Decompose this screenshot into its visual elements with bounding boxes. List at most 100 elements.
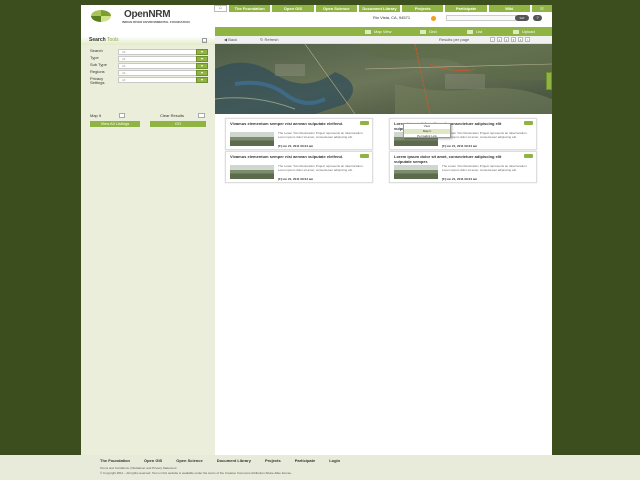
listing-date: [F] ion 21, 2011 09:24 am	[278, 177, 314, 181]
grid-icon	[420, 29, 426, 34]
listing-card[interactable]: Vivamus elementum semper nisi aenean vul…	[225, 118, 373, 150]
footer-link-foundation[interactable]: The Foundation	[100, 458, 130, 463]
map-it-checkbox[interactable]	[119, 113, 125, 118]
list-view-button[interactable]: List	[467, 27, 482, 36]
sidebar-header: Search Tools	[81, 36, 215, 45]
header-go-button[interactable]: GO	[515, 15, 529, 21]
page-3[interactable]: 3	[511, 37, 516, 42]
nav-tab-open-gis[interactable]: Open GIS	[272, 5, 314, 12]
footer-link-document-library[interactable]: Document Library	[217, 458, 251, 463]
site-logo[interactable]: OpenNRM INDIAN RIVER ENVIRONMENTAL FOUND…	[89, 8, 207, 27]
nav-tab-document-library[interactable]: Document Library	[358, 5, 401, 12]
listing-date: [F] ion 21, 2011 09:24 am	[442, 144, 478, 148]
listing-description: The Lower Yolo Restoration Project repre…	[442, 164, 528, 172]
location-pin-icon[interactable]	[431, 16, 436, 21]
search-tools-sidebar: Search Tools – Search All ▾ Type All ▾ S…	[81, 36, 215, 455]
nav-tab-foundation[interactable]: The Foundation	[229, 5, 271, 12]
footer-link-projects[interactable]: Projects	[265, 458, 281, 463]
filter-regions: Regions All ▾	[90, 70, 208, 76]
view-toolbar: Map View Grid List Upload	[215, 27, 552, 36]
help-button[interactable]: ?	[533, 15, 542, 21]
listing-description: The Lower Yolo Restoration Project repre…	[278, 164, 364, 172]
page-2[interactable]: 2	[504, 37, 509, 42]
filter-subtype-select[interactable]: All	[118, 63, 201, 69]
satellite-map[interactable]	[215, 44, 552, 114]
grid-view-button[interactable]: Grid	[420, 27, 437, 36]
clear-results-checkbox[interactable]	[198, 113, 205, 118]
listing-card[interactable]: Lorem ipsum dolor sit amet, consectetuer…	[389, 151, 537, 183]
listing-title[interactable]: Vivamus elementum semper nisi aenean vul…	[230, 154, 352, 159]
refresh-button[interactable]: ↻ Refresh	[260, 37, 278, 43]
nav-tab-wiki[interactable]: Wiki	[488, 5, 530, 12]
dropdown-item-permalink[interactable]: Permalink Link	[404, 134, 450, 139]
filter-privacy-select[interactable]: All	[118, 77, 201, 83]
listing-description: The Lower Yolo Restoration Project repre…	[442, 131, 528, 139]
page-container: OpenNRM INDIAN RIVER ENVIRONMENTAL FOUND…	[81, 5, 552, 455]
map-view-button[interactable]: Map View	[365, 27, 392, 36]
listing-card[interactable]: Vivamus elementum semper nisi aenean vul…	[225, 151, 373, 183]
listing-thumbnail[interactable]	[230, 132, 274, 146]
footer-link-login[interactable]: Login	[329, 458, 340, 463]
listing-title[interactable]: Vivamus elementum semper nisi aenean vul…	[230, 121, 352, 126]
filter-type-select[interactable]: All	[118, 56, 201, 62]
listing-menu-icon[interactable]	[360, 121, 369, 125]
listing-description: The Lower Yolo Restoration Project repre…	[278, 131, 364, 139]
filter-privacy-arrow-icon[interactable]: ▾	[196, 77, 208, 83]
footer-copyright: © Copyright 2011 – All rights reserved. …	[100, 471, 292, 475]
page-1[interactable]: 1	[497, 37, 502, 42]
sidebar-go-button[interactable]: GO	[150, 121, 206, 127]
home-icon[interactable]: ⌂	[214, 5, 227, 12]
filter-search-select[interactable]: All	[118, 49, 201, 55]
listing-dropdown-menu: View Map It Permalink Link	[403, 123, 451, 138]
logo-name: OpenNRM	[124, 9, 171, 20]
results-subbar: ◀ Back ↻ Refresh Results per page < 1 2 …	[215, 36, 552, 44]
back-button[interactable]: ◀ Back	[224, 37, 237, 43]
page-prev[interactable]: <	[490, 37, 495, 42]
listing-title[interactable]: Lorem ipsum dolor sit amet, consectetuer…	[394, 154, 516, 164]
listing-menu-icon[interactable]	[524, 121, 533, 125]
location-text: Rio Vista, CA, 94571	[373, 15, 411, 20]
map-imagery	[215, 44, 552, 114]
results-per-page-label: Results per page	[439, 37, 470, 42]
rss-icon[interactable]: ☷	[531, 5, 552, 12]
listing-date: [F] ion 21, 2011 09:24 am	[278, 144, 314, 148]
nav-tab-open-science[interactable]: Open Science	[315, 5, 357, 12]
collapse-icon[interactable]: –	[202, 38, 207, 43]
listing-thumbnail[interactable]	[394, 165, 438, 179]
header-search-input[interactable]	[446, 15, 516, 21]
logo-org: INDIAN RIVER ENVIRONMENTAL FOUNDATION	[122, 20, 190, 24]
clear-results-label: Clear Results	[160, 113, 185, 118]
listing-menu-icon[interactable]	[360, 154, 369, 158]
top-navigation: ⌂ The Foundation Open GIS Open Science D…	[214, 5, 552, 12]
footer-link-open-science[interactable]: Open Science	[176, 458, 202, 463]
footer-navigation: The Foundation Open GIS Open Science Doc…	[100, 458, 340, 463]
pagination: < 1 2 3 4 >	[490, 37, 530, 42]
map-icon	[365, 29, 371, 34]
page-next[interactable]: >	[525, 37, 530, 42]
footer-link-participate[interactable]: Participate	[295, 458, 315, 463]
nav-tab-participate[interactable]: Participate	[445, 5, 487, 12]
filter-search-arrow-icon[interactable]: ▾	[196, 49, 208, 55]
filter-subtype-arrow-icon[interactable]: ▾	[196, 63, 208, 69]
upload-icon	[513, 29, 519, 34]
listing-menu-icon[interactable]	[524, 154, 533, 158]
filter-regions-arrow-icon[interactable]: ▾	[196, 70, 208, 76]
filter-subtype: Sub Type All ▾	[90, 63, 208, 69]
listing-thumbnail[interactable]	[230, 165, 274, 179]
list-icon	[467, 29, 473, 34]
filter-search: Search All ▾	[90, 49, 208, 55]
listing-date: [F] ion 21, 2011 09:24 am	[442, 177, 478, 181]
filter-regions-select[interactable]: All	[118, 70, 201, 76]
footer-legal-links[interactable]: Terms and Conditions | Disclaimer and Pr…	[100, 466, 176, 470]
upload-button[interactable]: Upload	[513, 27, 535, 36]
page-4[interactable]: 4	[518, 37, 523, 42]
site-footer: The Foundation Open GIS Open Science Doc…	[0, 455, 640, 480]
nav-tab-projects[interactable]: Projects	[402, 5, 444, 12]
filter-type-arrow-icon[interactable]: ▾	[196, 56, 208, 62]
map-it-label: Map It	[90, 113, 102, 118]
logo-mark-icon	[91, 10, 111, 22]
footer-link-open-gis[interactable]: Open GIS	[144, 458, 162, 463]
filter-privacy: Privacy Settings All ▾	[90, 77, 208, 85]
view-all-listings-button[interactable]: View All Listings	[90, 121, 140, 127]
map-side-toggle[interactable]	[546, 72, 552, 90]
